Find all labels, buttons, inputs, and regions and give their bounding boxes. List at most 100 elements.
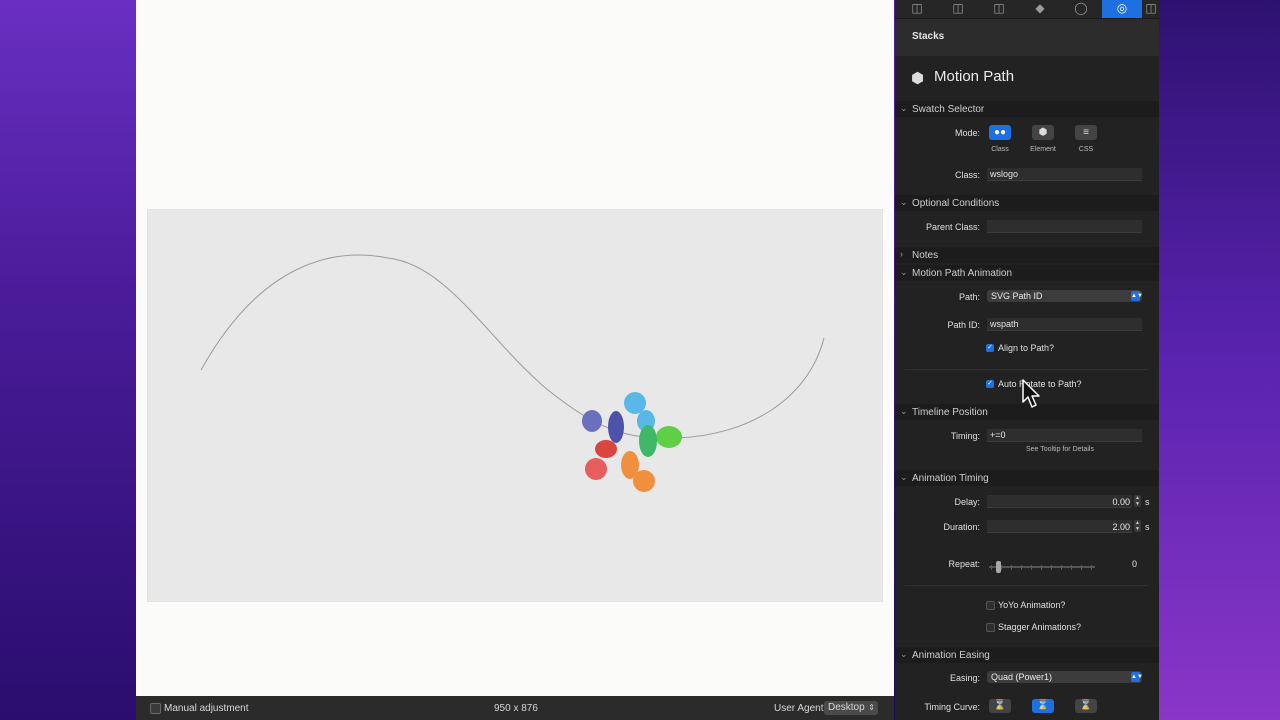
delay-stepper[interactable]: ▲ ▼ — [1134, 495, 1141, 507]
inspector-panel: ◫ ◫ ◫ ◆ ◯ ◎ ◫ Stacks ⬢ Motion Path ⌄ Swa… — [895, 0, 1159, 720]
mode-element-button[interactable]: ⬢ — [1032, 125, 1054, 140]
align-to-path-checkbox[interactable]: ✓ — [986, 344, 994, 352]
columns-icon: ◫ — [993, 1, 1005, 15]
tab-tag[interactable]: ◆ — [1020, 0, 1060, 18]
yoyo-checkbox[interactable] — [986, 601, 995, 610]
chevron-updown-icon: ⇕ — [868, 703, 875, 712]
hourglass-icon: ⌛ — [1079, 700, 1093, 711]
chevron-down-icon: ⌄ — [900, 649, 908, 659]
desktop-background — [0, 0, 140, 720]
slider-tick — [1021, 565, 1022, 570]
curve-ease-in-out-button[interactable]: ⌛ — [1075, 699, 1097, 713]
slider-tick — [1071, 565, 1072, 570]
logo-petal — [582, 410, 602, 432]
chevron-updown-icon: ▲▼ — [1131, 291, 1143, 301]
section-notes[interactable]: › Notes — [895, 247, 1159, 263]
path-id-label: Path ID: — [947, 320, 980, 330]
stagger-checkbox[interactable] — [986, 623, 995, 632]
easing-label: Easing: — [949, 673, 980, 683]
section-optional-conditions[interactable]: ⌄ Optional Conditions — [895, 195, 1159, 211]
wslogo-graphic — [582, 392, 682, 492]
section-animation-easing[interactable]: ⌄ Animation Easing — [895, 647, 1159, 663]
logo-petal — [639, 425, 657, 457]
chevron-down-icon: ⌄ — [900, 472, 908, 482]
section-swatch-selector[interactable]: ⌄ Swatch Selector — [895, 101, 1159, 117]
section-animation-timing[interactable]: ⌄ Animation Timing — [895, 470, 1159, 486]
tab-target[interactable]: ◯ — [1061, 0, 1101, 18]
timing-field[interactable]: +=0 — [987, 429, 1142, 442]
auto-rotate-checkbox[interactable]: ✓ — [986, 380, 994, 388]
path-id-field[interactable]: wspath — [987, 318, 1142, 331]
tab-columns[interactable]: ◫ — [979, 0, 1019, 18]
tag-icon: ◆ — [1035, 1, 1045, 15]
logo-petal — [585, 458, 607, 480]
tab-layout[interactable]: ◫ — [897, 0, 937, 18]
section-title: Timeline Position — [912, 407, 988, 418]
chevron-down-icon: ⌄ — [900, 197, 908, 207]
class-field[interactable]: wslogo — [987, 168, 1142, 181]
logo-petal — [656, 426, 682, 448]
slider-tick — [991, 565, 992, 570]
divider — [905, 585, 1149, 586]
curve-ease-out-button[interactable]: ⌛ — [1032, 699, 1054, 713]
mode-label: Mode: — [954, 128, 980, 138]
repeat-value: 0 — [1131, 559, 1137, 569]
target-icon: ◯ — [1074, 1, 1088, 15]
timing-curve-label: Timing Curve: — [924, 702, 980, 712]
mode-option-label: Class — [991, 146, 1009, 153]
yoyo-label: YoYo Animation? — [998, 600, 1066, 610]
slider-tick — [1061, 565, 1062, 570]
tab-export[interactable]: ◫ — [1143, 0, 1159, 18]
logo-petal — [608, 411, 624, 443]
duration-unit: s — [1145, 522, 1150, 532]
chevron-updown-icon: ▲▼ — [1131, 672, 1143, 682]
mode-class-button[interactable]: ●● — [989, 125, 1011, 140]
section-title: Animation Timing — [912, 473, 989, 484]
repeat-slider[interactable] — [989, 566, 1095, 568]
duration-value: 2.00 — [1112, 522, 1130, 532]
motion-path-svg — [200, 254, 825, 492]
slider-tick — [1031, 565, 1032, 570]
user-agent-label: User Agent — [774, 703, 824, 714]
section-title: Motion Path Animation — [912, 268, 1013, 279]
layout-icon: ◫ — [911, 1, 923, 15]
tab-stacks[interactable]: ◎ — [1102, 0, 1142, 18]
logo-petal — [621, 451, 639, 479]
stack-title-row: ⬢ Motion Path — [895, 56, 1159, 98]
curve-ease-in-button[interactable]: ⌛ — [989, 699, 1011, 713]
preview-pane — [136, 0, 894, 696]
cube-icon: ⬢ — [911, 70, 925, 87]
repeat-label: Repeat: — [948, 559, 980, 569]
timing-label: Timing: — [950, 431, 980, 441]
parent-class-label: Parent Class: — [925, 222, 980, 232]
delay-value: 0.00 — [1112, 497, 1130, 507]
hourglass-icon: ⌛ — [1036, 700, 1050, 711]
manual-adjustment-checkbox[interactable] — [150, 703, 161, 714]
timing-hint: See Tooltip for Details — [1026, 446, 1094, 453]
chevron-down-icon: ⌄ — [900, 267, 908, 277]
chevron-down-icon: ⌄ — [900, 103, 908, 113]
user-agent-select[interactable]: Desktop ⇕ — [824, 701, 878, 715]
tab-page[interactable]: ◫ — [938, 0, 978, 18]
cube-icon: ⬢ — [1038, 127, 1048, 138]
logo-petal — [624, 392, 646, 414]
duration-stepper[interactable]: ▲ ▼ — [1134, 520, 1141, 532]
stagger-label: Stagger Animations? — [998, 622, 1082, 632]
align-to-path-label: Align to Path? — [998, 343, 1055, 353]
slider-tick — [1041, 565, 1042, 570]
parent-class-field[interactable] — [987, 220, 1142, 233]
easing-select[interactable]: Quad (Power1) ▲▼ — [987, 671, 1143, 683]
path-select[interactable]: SVG Path ID ▲▼ — [987, 290, 1143, 302]
section-motion-path-animation[interactable]: ⌄ Motion Path Animation — [895, 265, 1159, 281]
slider-tick — [1011, 565, 1012, 570]
mode-option-label: CSS — [1078, 146, 1094, 153]
chevron-right-icon: › — [900, 249, 903, 259]
mode-css-button[interactable]: ≡ — [1075, 125, 1097, 140]
divider — [905, 369, 1149, 370]
stacks-title: Stacks — [912, 31, 945, 42]
desktop-background-right — [1159, 0, 1280, 720]
page-icon: ◫ — [952, 1, 964, 15]
checkmark-icon: ✓ — [987, 380, 993, 387]
section-title: Swatch Selector — [912, 104, 985, 115]
mode-option-label: Element — [1030, 146, 1056, 153]
